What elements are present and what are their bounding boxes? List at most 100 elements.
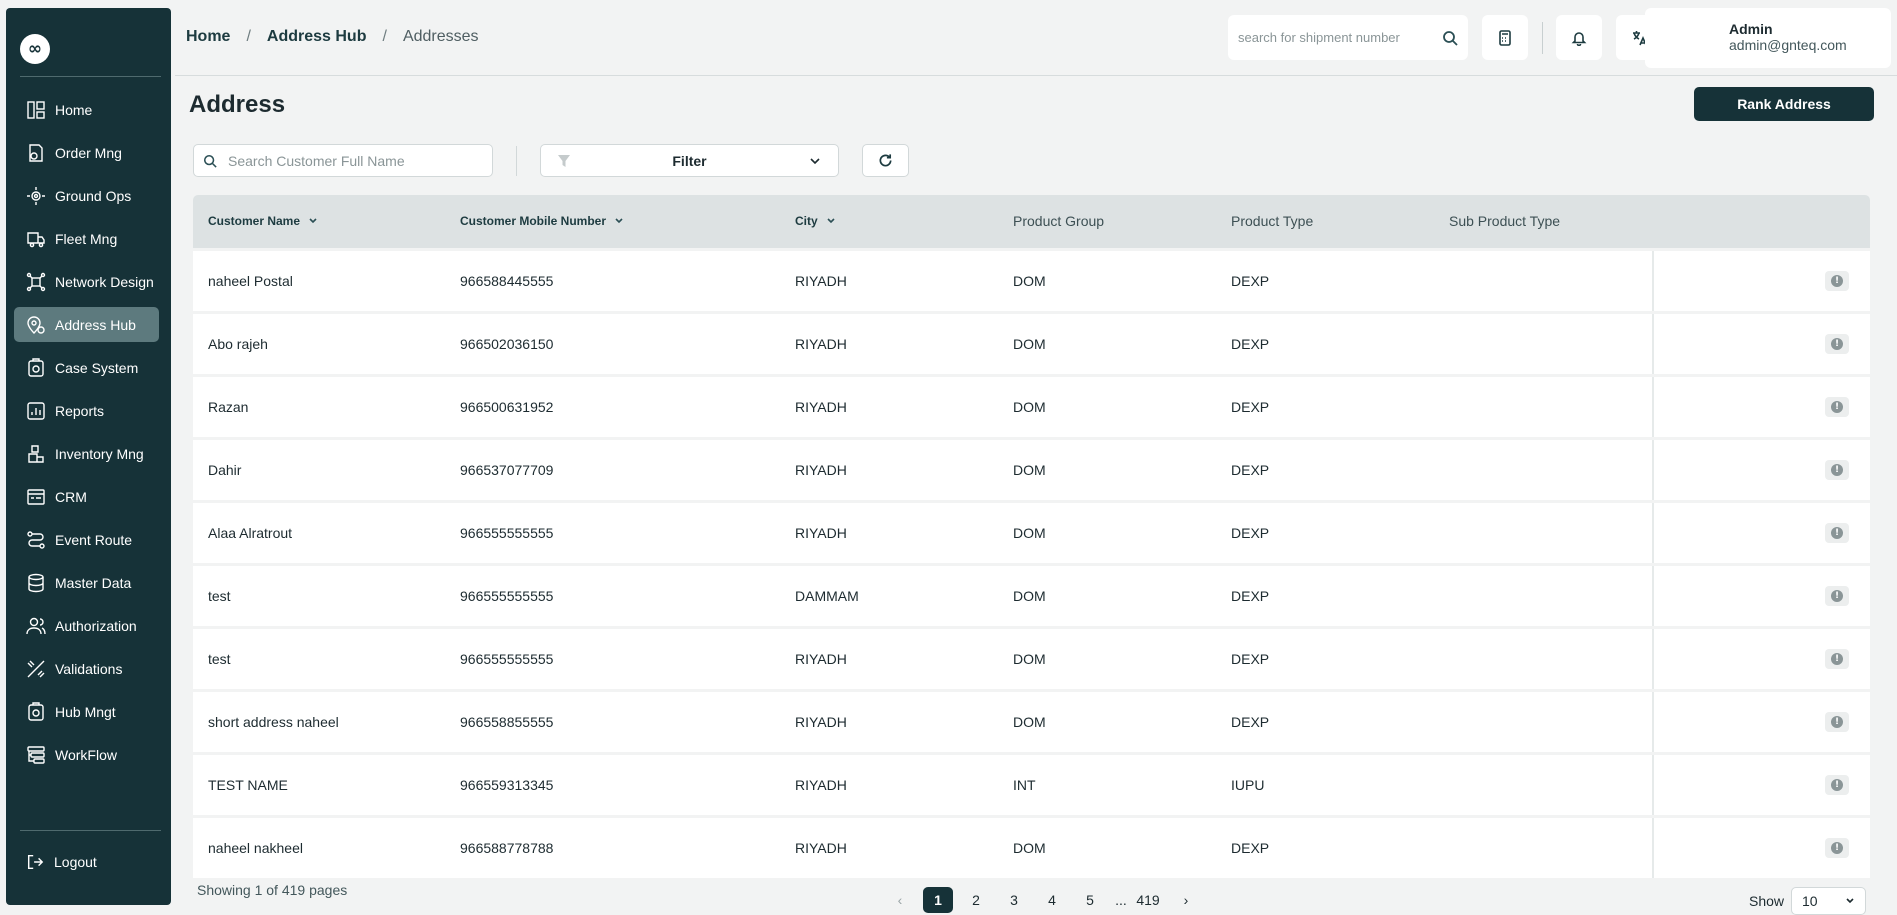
calculator-button[interactable] [1482,15,1528,60]
page-button-5[interactable]: 5 [1075,887,1105,913]
rank-address-button[interactable]: Rank Address [1694,87,1874,121]
breadcrumb-current: Addresses [402,28,479,45]
page-size-select[interactable]: 10 [1791,887,1866,915]
sort-chevron-icon[interactable] [826,216,836,226]
pagination: ‹ 1 2 3 4 5 ... 419 › [885,887,1209,913]
sidebar-item-ground-ops[interactable]: Ground Ops [14,178,159,213]
search-icon[interactable] [1442,30,1458,46]
breadcrumb-separator: / [382,28,387,45]
page-button-1[interactable]: 1 [923,887,953,913]
sidebar-item-address-hub[interactable]: Address Hub [14,307,159,342]
top-bar: Home / Address Hub / Addresses search fo… [175,0,1897,76]
table-row[interactable]: naheel Postal 966588445555 RIYADH DOM DE… [193,251,1870,311]
column-header-mobile[interactable]: Customer Mobile Number [460,214,624,228]
cell-mobile: 966500631952 [460,399,554,415]
refresh-button[interactable] [862,144,909,177]
sidebar-item-case-system[interactable]: Case System [14,350,159,385]
table-row[interactable]: naheel nakheel 966588778788 RIYADH DOM D… [193,818,1870,878]
shipment-search-placeholder: search for shipment number [1238,30,1400,45]
sort-chevron-icon[interactable] [308,216,318,226]
row-info-button[interactable]: ! [1825,334,1849,354]
row-info-button[interactable]: ! [1825,397,1849,417]
row-info-button[interactable]: ! [1825,460,1849,480]
cell-customer-name: test [208,651,231,667]
table-header: Customer Name Customer Mobile Number Cit… [193,195,1870,248]
table-row[interactable]: Dahir 966537077709 RIYADH DOM DEXP ! [193,440,1870,500]
logo-icon[interactable]: ∞ [20,34,50,64]
user-menu[interactable]: Admin admin@gnteq.com [1645,8,1891,68]
page-button-last[interactable]: 419 [1133,887,1163,913]
cell-mobile: 966555555555 [460,525,554,541]
filter-dropdown[interactable]: Filter [540,144,839,177]
info-icon: ! [1831,590,1843,602]
row-info-button[interactable]: ! [1825,838,1849,858]
table-row[interactable]: Razan 966500631952 RIYADH DOM DEXP ! [193,377,1870,437]
table-row[interactable]: test 966555555555 RIYADH DOM DEXP ! [193,629,1870,689]
reports-icon [26,401,46,421]
cell-city: RIYADH [795,462,847,478]
next-page-button[interactable]: › [1171,887,1201,913]
sidebar-item-workflow[interactable]: WorkFlow [14,737,159,772]
logout-button[interactable]: Logout [26,853,97,871]
sidebar-item-order-mng[interactable]: Order Mng [14,135,159,170]
cell-city: RIYADH [795,777,847,793]
sidebar-item-home[interactable]: Home [14,92,159,127]
page-button-2[interactable]: 2 [961,887,991,913]
sidebar-item-validations[interactable]: Validations [14,651,159,686]
crm-icon [26,487,46,507]
cell-product-group: DOM [1013,336,1046,352]
sidebar-item-fleet-mng[interactable]: Fleet Mng [14,221,159,256]
info-icon: ! [1831,464,1843,476]
sidebar-item-crm[interactable]: CRM [14,479,159,514]
calculator-icon [1499,29,1511,46]
sidebar-item-inventory-mng[interactable]: Inventory Mng [14,436,159,471]
sidebar-item-label: Network Design [55,273,154,290]
breadcrumb-address-hub[interactable]: Address Hub [267,28,367,46]
cell-mobile: 966537077709 [460,462,554,478]
cell-customer-name: test [208,588,231,604]
filter-label: Filter [672,152,707,169]
sidebar-item-authorization[interactable]: Authorization [14,608,159,643]
sidebar-item-label: Address Hub [55,316,136,333]
row-info-button[interactable]: ! [1825,649,1849,669]
sidebar-item-reports[interactable]: Reports [14,393,159,428]
chevron-down-icon [810,157,820,164]
cell-customer-name: TEST NAME [208,777,288,793]
page-button-3[interactable]: 3 [999,887,1029,913]
prev-page-button[interactable]: ‹ [885,887,915,913]
table-row[interactable]: short address naheel 966558855555 RIYADH… [193,692,1870,752]
sidebar-item-label: Master Data [55,574,132,591]
table-row[interactable]: Alaa Alratrout 966555555555 RIYADH DOM D… [193,503,1870,563]
sidebar-item-network-design[interactable]: Network Design [14,264,159,299]
refresh-icon [879,154,892,167]
info-icon: ! [1831,401,1843,413]
table-row[interactable]: TEST NAME 966559313345 RIYADH INT IUPU ! [193,755,1870,815]
cell-mobile: 966559313345 [460,777,554,793]
row-info-button[interactable]: ! [1825,523,1849,543]
table-row[interactable]: Abo rajeh 966502036150 RIYADH DOM DEXP ! [193,314,1870,374]
sort-chevron-icon[interactable] [614,216,624,226]
column-header-sub-product-type: Sub Product Type [1449,213,1561,229]
shipment-search-input[interactable]: search for shipment number [1228,15,1468,60]
sidebar-item-master-data[interactable]: Master Data [14,565,159,600]
cell-mobile: 966558855555 [460,714,554,730]
row-info-button[interactable]: ! [1825,775,1849,795]
customer-search-placeholder: Search Customer Full Name [228,152,405,169]
cell-product-group: DOM [1013,525,1046,541]
column-header-customer-name[interactable]: Customer Name [208,214,318,228]
search-icon [203,154,217,168]
row-info-button[interactable]: ! [1825,586,1849,606]
notifications-button[interactable] [1556,15,1602,60]
customer-search-input[interactable]: Search Customer Full Name [193,144,493,177]
sidebar-item-hub-mngt[interactable]: Hub Mngt [14,694,159,729]
cell-mobile: 966588445555 [460,273,554,289]
logout-icon [27,854,44,870]
row-info-button[interactable]: ! [1825,271,1849,291]
column-header-city[interactable]: City [795,214,836,228]
page-button-4[interactable]: 4 [1037,887,1067,913]
breadcrumb-home[interactable]: Home [186,28,230,46]
sidebar-item-event-route[interactable]: Event Route [14,522,159,557]
table-row[interactable]: test 966555555555 DAMMAM DOM DEXP ! [193,566,1870,626]
cell-product-group: DOM [1013,462,1046,478]
row-info-button[interactable]: ! [1825,712,1849,732]
